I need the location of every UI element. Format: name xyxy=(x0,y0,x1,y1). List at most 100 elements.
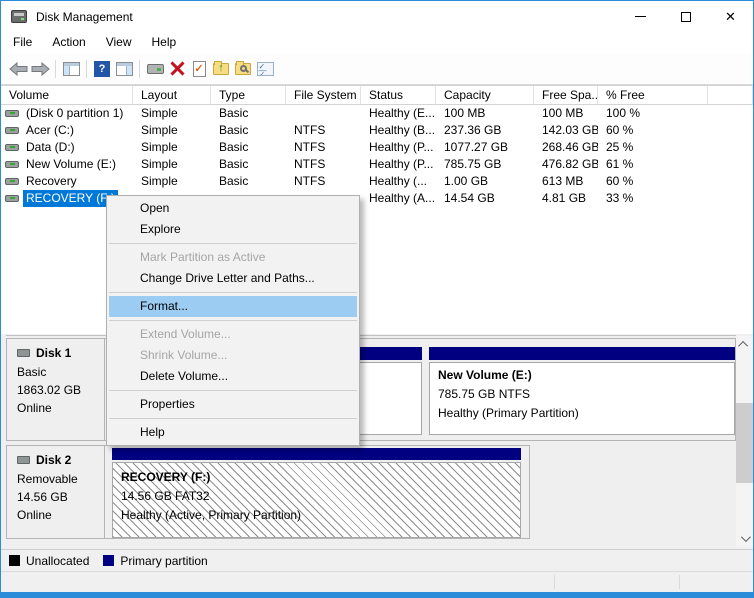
statusbar-separator xyxy=(679,575,680,589)
context-menu-item-extend-volume: Extend Volume... xyxy=(109,324,357,345)
volume-row-disk0-partition1[interactable]: (Disk 0 partition 1) Simple Basic Health… xyxy=(1,105,753,122)
volume-row-new-volume-e[interactable]: New Volume (E:) Simple Basic NTFS Health… xyxy=(1,156,753,173)
disk1-size: 1863.02 GB xyxy=(17,381,104,399)
column-header-volume[interactable]: Volume xyxy=(1,86,133,104)
column-header-status[interactable]: Status xyxy=(361,86,436,104)
forward-button[interactable] xyxy=(29,58,51,80)
cell-type: Basic xyxy=(211,173,286,190)
context-menu-separator xyxy=(109,320,357,321)
folder-up-button[interactable]: ↑ xyxy=(210,58,232,80)
window-title: Disk Management xyxy=(36,10,133,24)
volume-row-recovery[interactable]: Recovery Simple Basic NTFS Healthy (... … xyxy=(1,173,753,190)
partition-detail: 14.56 GB FAT32 xyxy=(121,487,512,506)
unallocated-label: Unallocated xyxy=(26,554,89,568)
properties-list-button[interactable]: ✓—✓— xyxy=(254,58,276,80)
help-button[interactable]: ? xyxy=(91,58,113,80)
cell-pct-free: 25 % xyxy=(598,139,708,156)
partition-color-bar xyxy=(429,347,735,360)
toolbar-separator xyxy=(55,60,56,78)
maximize-button[interactable] xyxy=(663,1,708,32)
folder-search-button[interactable] xyxy=(232,58,254,80)
cell-pct-free: 33 % xyxy=(598,190,708,207)
menu-view[interactable]: View xyxy=(96,32,142,53)
cell-capacity: 1077.27 GB xyxy=(436,139,534,156)
cell-capacity: 237.36 GB xyxy=(436,122,534,139)
context-menu-separator xyxy=(109,390,357,391)
cell-status: Healthy (P... xyxy=(361,156,436,173)
cell-free: 613 MB xyxy=(534,173,598,190)
volume-icon xyxy=(5,178,19,185)
cell-type: Basic xyxy=(211,122,286,139)
column-header-layout[interactable]: Layout xyxy=(133,86,211,104)
disk1-partition-new-volume-e[interactable]: New Volume (E:) 785.75 GB NTFS Healthy (… xyxy=(429,347,735,435)
context-menu-item-properties[interactable]: Properties xyxy=(109,394,357,415)
context-menu-item-change-drive-letter[interactable]: Change Drive Letter and Paths... xyxy=(109,268,357,289)
volume-list-header: Volume Layout Type File System Status Ca… xyxy=(1,86,753,105)
cell-layout: Simple xyxy=(133,156,211,173)
cell-pct-free: 60 % xyxy=(598,122,708,139)
cell-layout: Simple xyxy=(133,173,211,190)
scrollbar-thumb[interactable] xyxy=(736,403,753,483)
toolbar-separator xyxy=(139,60,140,78)
column-header-pct-free[interactable]: % Free xyxy=(598,86,708,104)
volume-icon xyxy=(5,195,19,202)
context-menu-separator xyxy=(109,292,357,293)
cell-fs: NTFS xyxy=(286,139,361,156)
vertical-scrollbar[interactable] xyxy=(736,336,753,547)
disk2-label-panel[interactable]: Disk 2 Removable 14.56 GB Online xyxy=(7,446,105,538)
volume-icon xyxy=(5,127,19,134)
volume-row-acer-c[interactable]: Acer (C:) Simple Basic NTFS Healthy (B..… xyxy=(1,122,753,139)
menu-bar: File Action View Help xyxy=(1,32,753,53)
partition-title: New Volume (E:) xyxy=(438,366,726,385)
scroll-down-button[interactable] xyxy=(736,530,753,547)
check-document-icon: ✓ xyxy=(193,61,206,77)
volume-row-data-d[interactable]: Data (D:) Simple Basic NTFS Healthy (P..… xyxy=(1,139,753,156)
context-menu-item-help[interactable]: Help xyxy=(109,422,357,443)
scroll-up-button[interactable] xyxy=(736,336,753,353)
volume-name: Recovery xyxy=(23,173,80,190)
close-button[interactable]: ✕ xyxy=(708,1,753,32)
cell-free: 268.46 GB xyxy=(534,139,598,156)
cell-layout: Simple xyxy=(133,122,211,139)
toolbar-separator xyxy=(86,60,87,78)
forward-icon xyxy=(31,62,50,76)
column-header-blank xyxy=(708,86,753,104)
partition-health: Healthy (Primary Partition) xyxy=(438,404,726,423)
set-active-button[interactable]: ✓ xyxy=(188,58,210,80)
delete-button[interactable] xyxy=(166,58,188,80)
context-menu-item-open[interactable]: Open xyxy=(109,198,357,219)
column-header-type[interactable]: Type xyxy=(211,86,286,104)
disk1-type: Basic xyxy=(17,363,104,381)
menu-action[interactable]: Action xyxy=(42,32,95,53)
column-header-file-system[interactable]: File System xyxy=(286,86,361,104)
cell-fs: NTFS xyxy=(286,122,361,139)
column-header-free-space[interactable]: Free Spa... xyxy=(534,86,598,104)
context-menu-item-delete-volume[interactable]: Delete Volume... xyxy=(109,366,357,387)
rescan-disks-button[interactable] xyxy=(144,58,166,80)
disk2-partition-recovery-f[interactable]: RECOVERY (F:) 14.56 GB FAT32 Healthy (Ac… xyxy=(112,448,521,538)
cell-capacity: 14.54 GB xyxy=(436,190,534,207)
show-console-tree-icon xyxy=(63,62,80,76)
app-icon xyxy=(11,10,27,23)
title-bar: Disk Management ✕ xyxy=(1,1,753,32)
partition-detail: 785.75 GB NTFS xyxy=(438,385,726,404)
device-icon xyxy=(147,64,164,74)
menu-file[interactable]: File xyxy=(3,32,42,53)
volume-name: (Disk 0 partition 1) xyxy=(23,105,126,122)
back-icon xyxy=(9,62,28,76)
show-console-tree-button[interactable] xyxy=(60,58,82,80)
volume-name: RECOVERY (F:) xyxy=(23,190,118,207)
partition-health: Healthy (Active, Primary Partition) xyxy=(121,506,512,525)
disk1-label-panel[interactable]: Disk 1 Basic 1863.02 GB Online xyxy=(7,339,105,440)
context-menu-item-explore[interactable]: Explore xyxy=(109,219,357,240)
column-header-capacity[interactable]: Capacity xyxy=(436,86,534,104)
menu-help[interactable]: Help xyxy=(142,32,187,53)
cell-status: Healthy (... xyxy=(361,173,436,190)
disk2-type: Removable xyxy=(17,470,104,488)
context-menu-item-format[interactable]: Format... xyxy=(109,296,357,317)
show-action-pane-button[interactable] xyxy=(113,58,135,80)
minimize-button[interactable] xyxy=(618,1,663,32)
chevron-up-icon xyxy=(738,341,748,351)
up-arrow-icon: ↑ xyxy=(218,63,224,74)
back-button[interactable] xyxy=(7,58,29,80)
